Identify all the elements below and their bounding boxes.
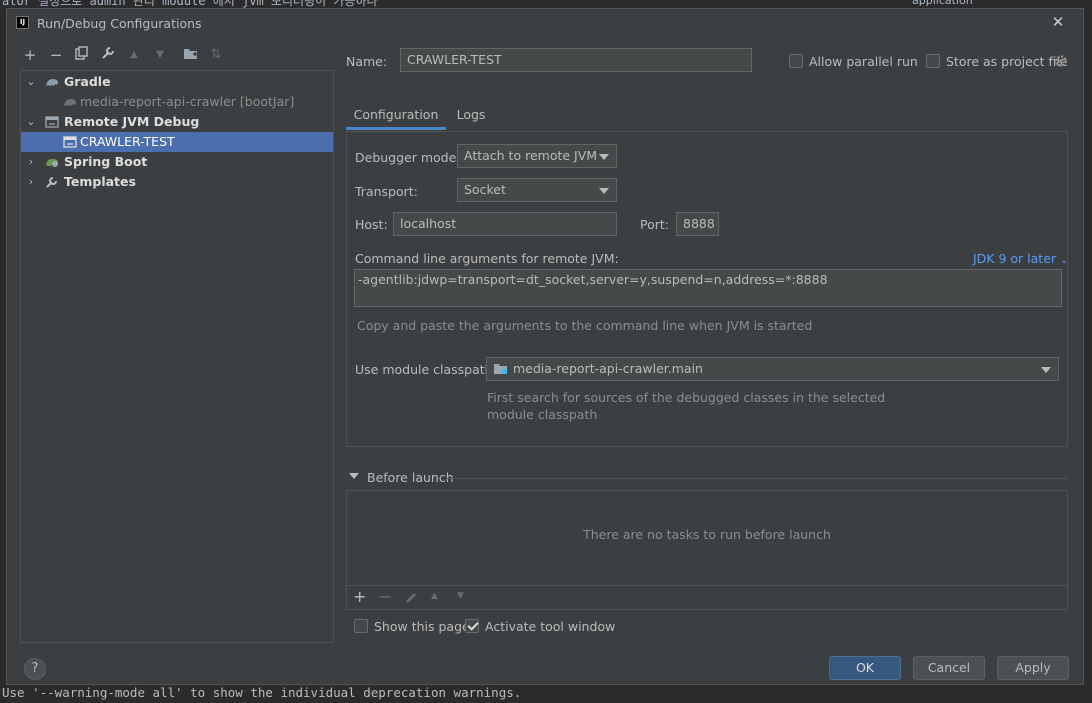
activate-tool-window-label: Activate tool window <box>485 619 616 634</box>
module-classpath-select[interactable]: media-report-api-crawler.main <box>486 357 1059 381</box>
tab-logs[interactable]: Logs <box>446 102 496 130</box>
before-launch-collapse-icon[interactable] <box>349 473 359 479</box>
background-tree-node: application <box>912 0 973 7</box>
jdk-version-link[interactable]: JDK 9 or later ⌄ <box>973 251 1068 266</box>
spring-boot-icon <box>46 158 58 167</box>
remove-task-button[interactable]: − <box>379 587 392 606</box>
dialog-titlebar: IJ Run/Debug Configurations ✕ <box>7 9 1083 37</box>
collapsed-arrow-icon[interactable]: › <box>25 172 37 192</box>
add-configuration-button[interactable]: + <box>21 46 39 64</box>
tree-label: Spring Boot <box>64 154 148 169</box>
close-icon[interactable]: ✕ <box>1051 14 1065 30</box>
port-label: Port: <box>640 217 669 232</box>
host-field[interactable]: localhost <box>393 212 617 236</box>
section-divider <box>447 478 1068 479</box>
collapsed-arrow-icon[interactable]: › <box>25 152 37 172</box>
expanded-arrow-icon[interactable]: ⌄ <box>25 72 37 92</box>
chevron-down-icon: ⌄ <box>1060 255 1069 266</box>
jdk-version-value: JDK 9 or later <box>973 251 1057 266</box>
store-as-project-file-label: Store as project file <box>946 54 1068 69</box>
expanded-arrow-icon[interactable]: ⌄ <box>25 112 37 132</box>
configurations-tree: ⌄ Gradle media-report-api-crawler [bootJ… <box>20 70 334 643</box>
module-folder-icon <box>494 364 507 374</box>
transport-value: Socket <box>464 182 506 197</box>
folder-icon <box>183 49 197 59</box>
remove-configuration-button[interactable]: − <box>47 46 65 64</box>
transport-select[interactable]: Socket <box>457 178 617 202</box>
gradle-icon <box>46 79 58 86</box>
copy-icon <box>75 46 88 60</box>
intellij-app-icon: IJ <box>16 16 29 29</box>
debugger-mode-select[interactable]: Attach to remote JVM <box>457 144 617 168</box>
dialog-title: Run/Debug Configurations <box>37 16 202 31</box>
module-classpath-hint-line-1: First search for sources of the debugged… <box>487 390 886 405</box>
gear-icon[interactable] <box>1054 54 1068 68</box>
move-up-button[interactable]: ▲ <box>125 46 143 64</box>
debugger-mode-label: Debugger mode: <box>355 150 461 165</box>
apply-button[interactable]: Apply <box>997 656 1069 680</box>
port-field[interactable]: 8888 <box>676 212 719 236</box>
chevron-down-icon <box>1041 367 1051 373</box>
tree-node-crawler-test[interactable]: CRAWLER-TEST <box>21 132 333 152</box>
wrench-icon <box>46 177 57 188</box>
tree-node-spring-boot[interactable]: › Spring Boot <box>21 152 333 172</box>
remote-debug-icon <box>63 136 77 148</box>
tree-node-gradle[interactable]: ⌄ Gradle <box>21 72 333 92</box>
tree-node-templates[interactable]: › Templates <box>21 172 333 192</box>
name-field[interactable]: CRAWLER-TEST <box>400 48 752 72</box>
tab-configuration[interactable]: Configuration <box>346 102 446 130</box>
module-classpath-hint-line-2: module classpath <box>487 407 598 422</box>
transport-label: Transport: <box>355 184 418 199</box>
activate-tool-window-checkbox[interactable] <box>465 619 479 633</box>
tree-label: media-report-api-crawler [bootJar] <box>80 94 295 109</box>
move-task-up-button[interactable]: ▲ <box>431 591 438 601</box>
gradle-icon <box>64 99 76 106</box>
show-this-page-checkbox[interactable] <box>354 619 368 633</box>
chevron-down-icon <box>599 188 609 194</box>
move-task-down-button[interactable]: ▼ <box>457 591 464 601</box>
show-this-page-label: Show this page <box>374 619 470 634</box>
wrench-icon <box>102 47 114 59</box>
add-task-button[interactable]: + <box>353 587 366 606</box>
host-label: Host: <box>355 217 388 232</box>
tree-label: Gradle <box>64 74 111 89</box>
move-down-button[interactable]: ▼ <box>151 46 169 64</box>
new-folder-button[interactable] <box>181 46 199 64</box>
background-console-text: Use '--warning-mode all' to show the ind… <box>2 685 522 700</box>
chevron-down-icon <box>599 154 609 160</box>
store-as-project-file-checkbox[interactable] <box>926 54 940 68</box>
command-line-label: Command line arguments for remote JVM: <box>355 251 619 266</box>
remote-debug-icon <box>45 116 59 128</box>
allow-parallel-run-checkbox[interactable] <box>789 54 803 68</box>
cancel-button[interactable]: Cancel <box>913 656 985 680</box>
name-label: Name: <box>346 54 388 69</box>
before-launch-empty-text: There are no tasks to run before launch <box>583 527 831 542</box>
before-launch-title: Before launch <box>367 470 454 485</box>
tree-label: Templates <box>64 174 136 189</box>
edit-task-icon[interactable] <box>404 591 418 605</box>
module-classpath-value: media-report-api-crawler.main <box>513 361 703 376</box>
copy-configuration-button[interactable] <box>73 46 91 64</box>
debugger-mode-value: Attach to remote JVM <box>464 148 598 163</box>
sort-button[interactable]: ⇅ <box>207 46 225 64</box>
tree-node-gradle-task[interactable]: media-report-api-crawler [bootJar] <box>21 92 333 112</box>
tree-label: CRAWLER-TEST <box>80 134 175 149</box>
module-classpath-label: Use module classpath: <box>355 362 497 377</box>
tree-label: Remote JVM Debug <box>64 114 200 129</box>
help-button[interactable]: ? <box>24 658 46 680</box>
edit-templates-button[interactable] <box>99 46 117 64</box>
run-debug-configurations-dialog: IJ Run/Debug Configurations ✕ + − ▲ ▼ ⇅ … <box>6 8 1084 685</box>
allow-parallel-run-label: Allow parallel run <box>809 54 918 69</box>
command-line-hint: Copy and paste the arguments to the comm… <box>357 318 813 333</box>
command-line-textarea[interactable]: -agentlib:jdwp=transport=dt_socket,serve… <box>354 269 1062 307</box>
ok-button[interactable]: OK <box>829 656 901 680</box>
before-launch-toolbar: + − ▲ ▼ <box>346 585 1068 610</box>
tree-node-remote-jvm-debug[interactable]: ⌄ Remote JVM Debug <box>21 112 333 132</box>
